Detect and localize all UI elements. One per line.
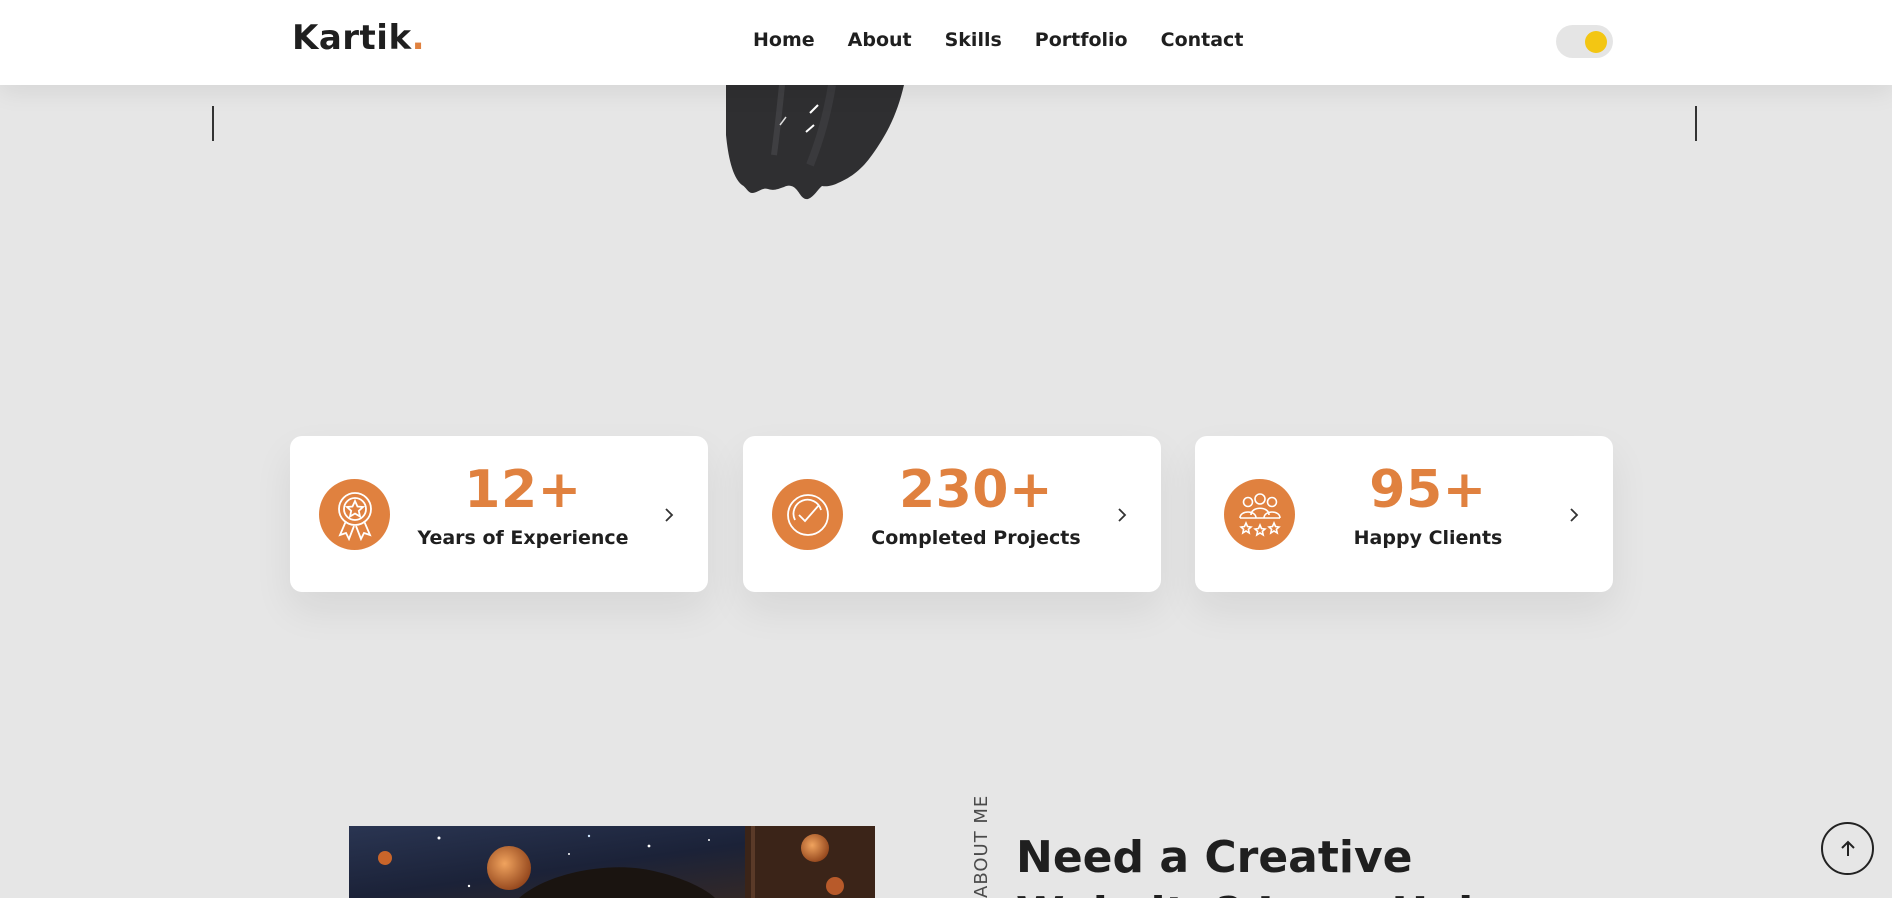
- logo-dot: .: [411, 18, 425, 58]
- stat-value: 230+: [898, 460, 1054, 520]
- chevron-right-icon: [1570, 508, 1579, 522]
- stat-value: 12+: [464, 460, 582, 520]
- check-badge-icon: [772, 479, 843, 550]
- nav-skills[interactable]: Skills: [945, 29, 1002, 51]
- chevron-right-icon: [665, 508, 674, 522]
- about-image: [349, 826, 875, 898]
- logo-text: Kartik: [292, 18, 412, 58]
- stat-card-experience[interactable]: 12+ Years of Experience: [290, 436, 708, 592]
- stat-text: 95+ Happy Clients: [1313, 464, 1543, 549]
- nav-portfolio[interactable]: Portfolio: [1035, 29, 1128, 51]
- scroll-to-top-button[interactable]: [1821, 822, 1874, 875]
- stats-row: 12+ Years of Experience 230+ Completed P…: [290, 436, 1613, 592]
- stat-text: 12+ Years of Experience: [408, 464, 638, 549]
- site-header: Kartik. Home About Skills Portfolio Cont…: [0, 0, 1892, 85]
- award-ribbon-icon: [319, 479, 390, 550]
- theme-toggle[interactable]: [1556, 25, 1613, 58]
- about-heading-line2: Website? I can Help: [1016, 888, 1505, 898]
- left-divider-line: [212, 106, 214, 141]
- about-side-label: ABOUT ME: [971, 794, 992, 898]
- stat-label: Completed Projects: [871, 527, 1081, 549]
- about-heading: Need a Creative Website? I can Help: [1016, 830, 1505, 898]
- nav-about[interactable]: About: [848, 29, 912, 51]
- theme-toggle-knob: [1585, 31, 1607, 53]
- stat-card-clients[interactable]: 95+ Happy Clients: [1195, 436, 1613, 592]
- nav-contact[interactable]: Contact: [1161, 29, 1244, 51]
- stat-card-projects[interactable]: 230+ Completed Projects: [743, 436, 1161, 592]
- about-heading-line1: Need a Creative: [1016, 832, 1413, 883]
- nav-home[interactable]: Home: [753, 29, 815, 51]
- main-nav: Home About Skills Portfolio Contact: [753, 29, 1243, 51]
- right-divider-line: [1695, 106, 1697, 141]
- stat-text: 230+ Completed Projects: [861, 464, 1091, 549]
- hero-brush-shape: [726, 85, 904, 200]
- arrow-up-icon: [1840, 840, 1855, 856]
- stat-label: Years of Experience: [417, 527, 629, 549]
- chevron-right-icon: [1118, 508, 1127, 522]
- stat-label: Happy Clients: [1353, 527, 1503, 549]
- stat-value: 95+: [1369, 460, 1487, 520]
- clients-stars-icon: [1224, 479, 1295, 550]
- logo[interactable]: Kartik.: [292, 18, 425, 58]
